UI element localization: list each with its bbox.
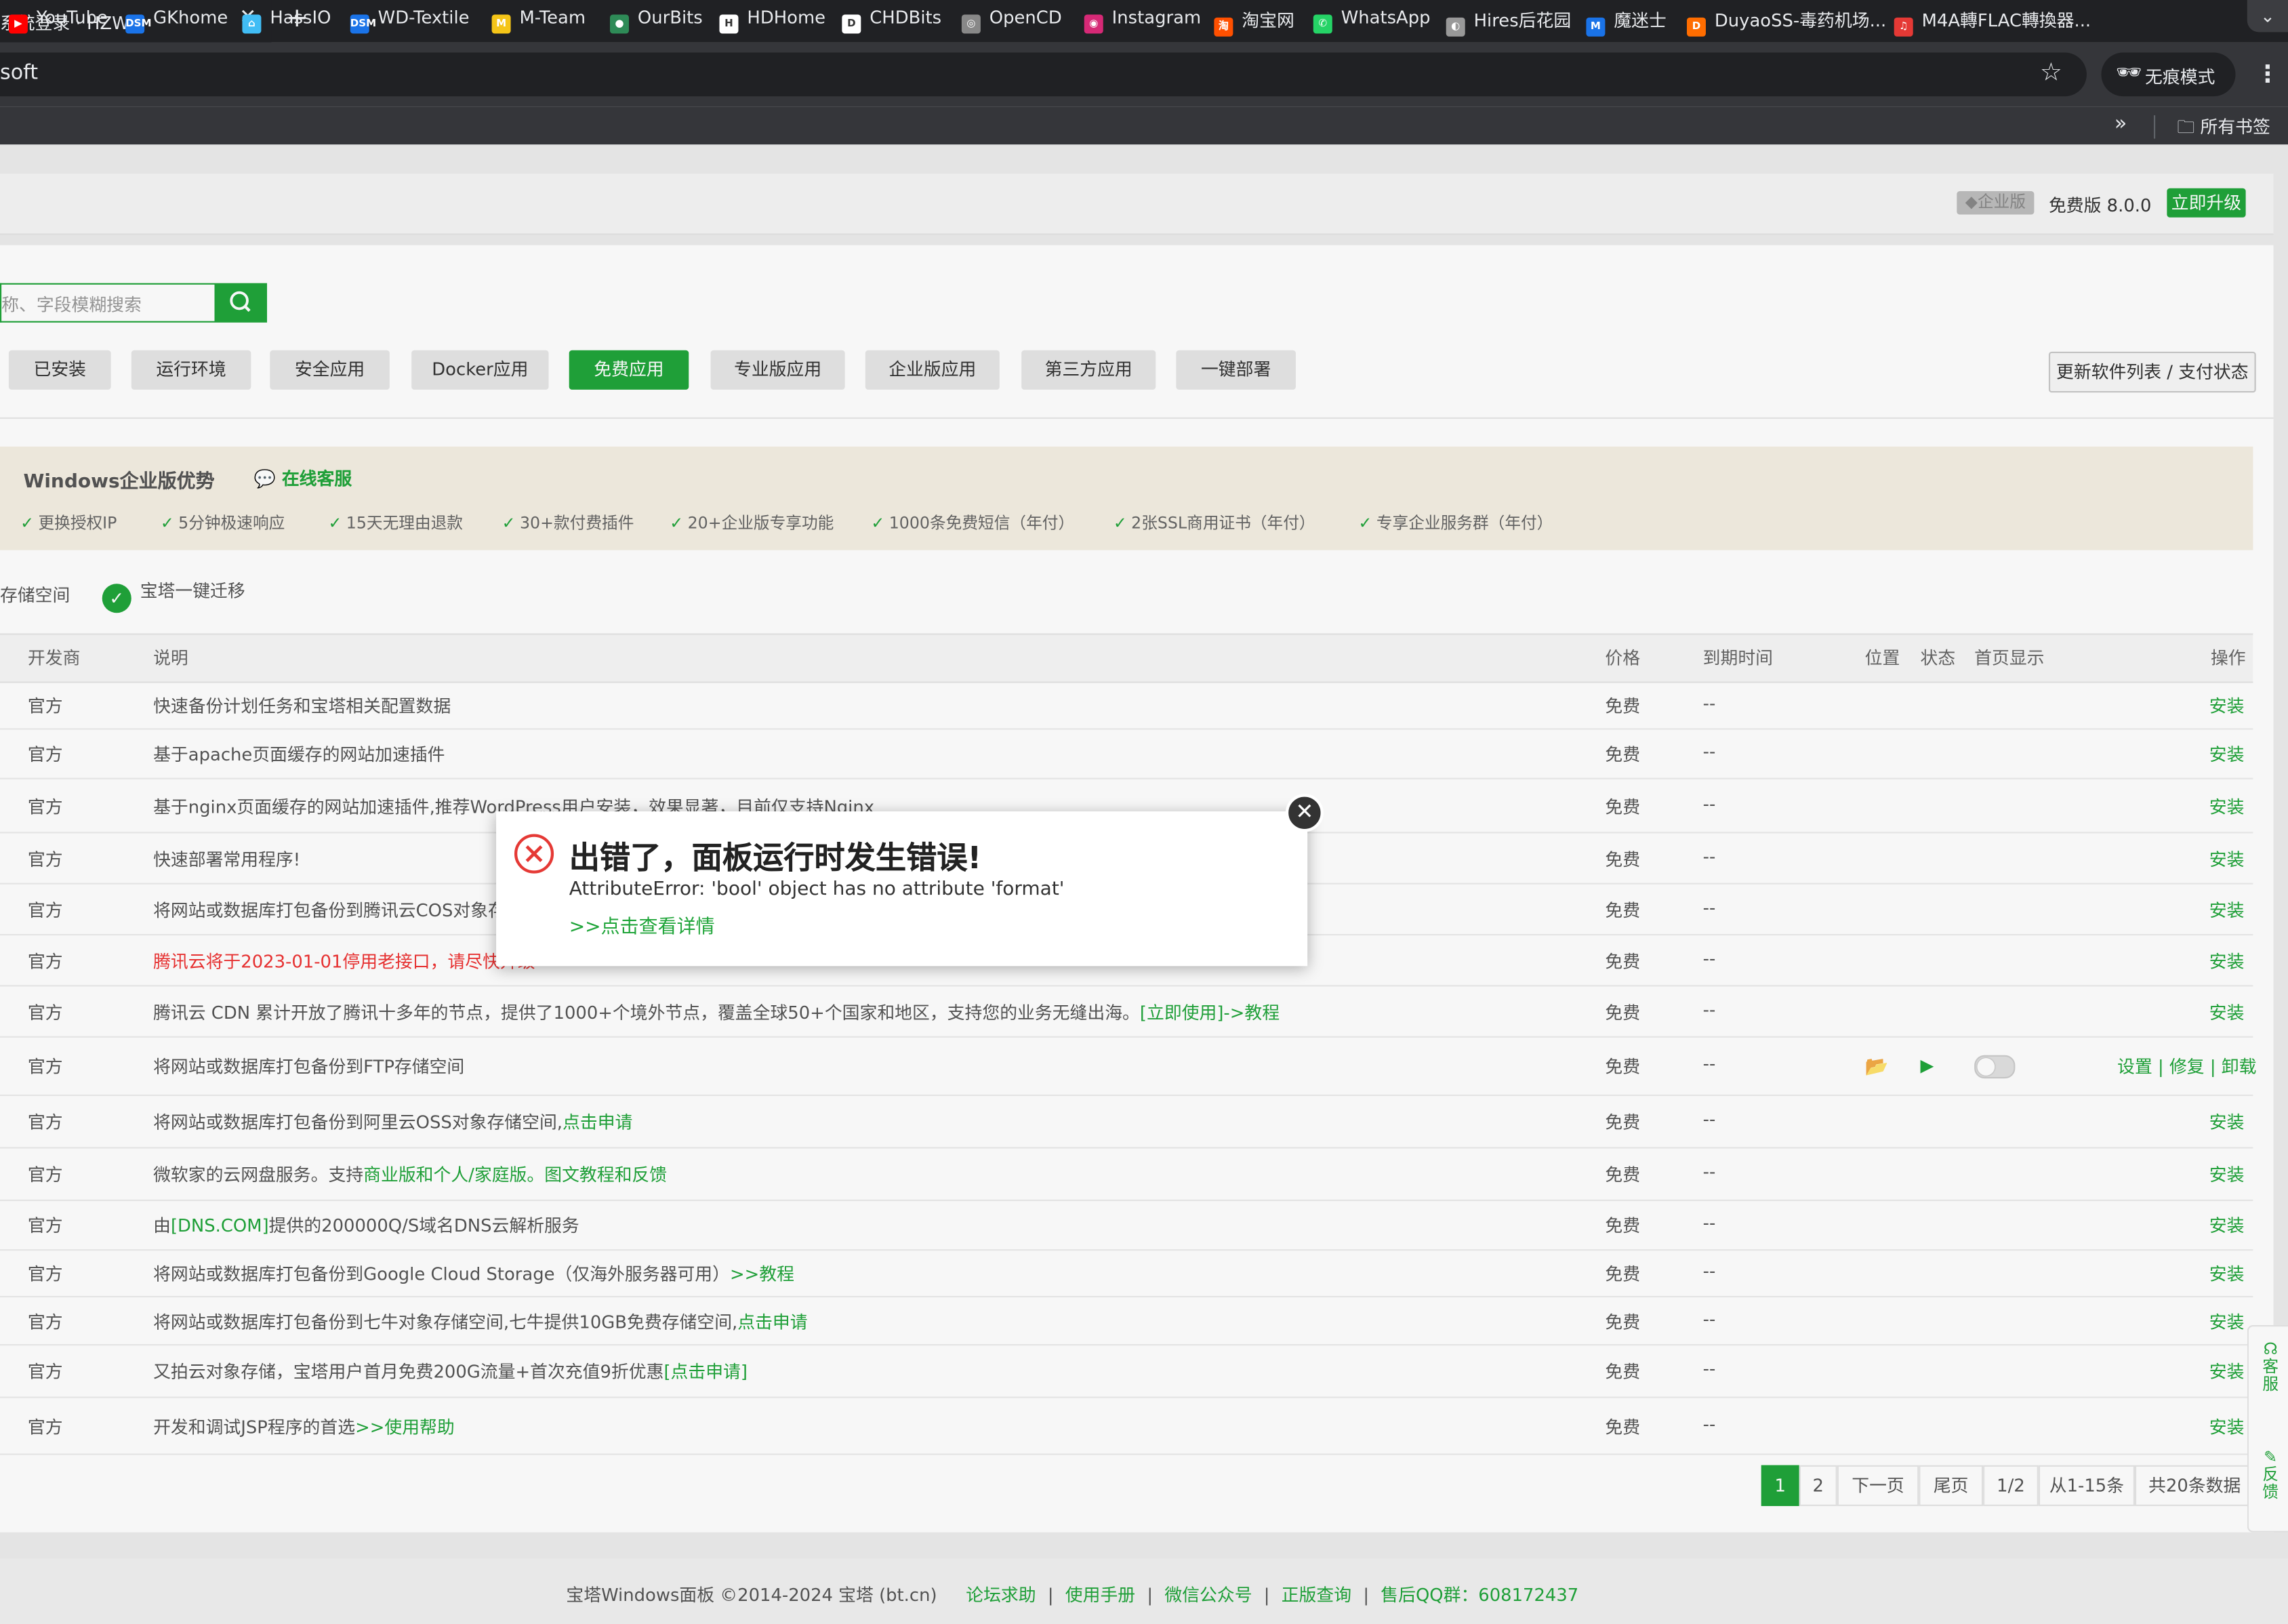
bookmark-item[interactable]: ◐ Hires后花园 — [1446, 7, 1572, 37]
bookmark-favicon-icon: DSM — [350, 14, 376, 34]
bookmark-label: YouTube — [36, 7, 108, 28]
bookmark-label: Hires后花园 — [1473, 10, 1572, 31]
bookmark-favicon-icon: ◎ — [961, 14, 981, 34]
bookmark-item[interactable]: D CHDBits — [842, 7, 942, 34]
bookmark-label: 淘宝网 — [1242, 10, 1294, 31]
error-details-link[interactable]: >>点击查看详情 — [569, 911, 715, 938]
bookmark-favicon-icon: ● — [609, 14, 629, 34]
close-icon[interactable]: ✕ — [1285, 794, 1324, 832]
bookmark-favicon-icon: ▶ — [8, 14, 28, 34]
error-title: 出错了，面板运行时发生错误! — [569, 840, 982, 876]
bookmark-label: OpenCD — [989, 7, 1062, 28]
all-bookmarks-button[interactable]: 🗀 所有书签 — [2177, 114, 2270, 144]
bookmark-item[interactable]: ◎ OpenCD — [961, 7, 1062, 34]
bookmark-favicon-icon: ⌂ — [242, 14, 262, 34]
bookmark-item[interactable]: DSM WD-Textile — [350, 7, 470, 34]
bookmark-label: HDHome — [747, 7, 826, 28]
bookmark-favicon-icon: ◉ — [1084, 14, 1103, 34]
browser-menu-icon[interactable]: ⋮ — [2256, 60, 2279, 87]
bookmark-item[interactable]: D DuyaoSS-毒药机场... — [1686, 7, 1887, 37]
bookmark-favicon-icon: ✆ — [1313, 14, 1332, 34]
bookmark-favicon-icon: 淘 — [1214, 17, 1233, 37]
bookmark-label: Instagram — [1111, 7, 1202, 28]
error-message: AttributeError: 'bool' object has no att… — [569, 878, 1065, 901]
bookmark-label: OurBits — [637, 7, 703, 28]
folder-icon: 🗀 — [2177, 117, 2201, 138]
bookmark-favicon-icon: D — [1686, 17, 1706, 37]
bookmark-label: M-Team — [519, 7, 586, 28]
bookmark-label: WD-Textile — [377, 7, 470, 28]
bookmark-item[interactable]: ✆ WhatsApp — [1313, 7, 1431, 34]
bookmark-item[interactable]: DSM GKhome — [125, 7, 228, 34]
bookmarks-more-icon[interactable]: » — [2115, 113, 2127, 136]
bookmark-label: CHDBits — [870, 7, 942, 28]
incognito-icon: 🕶 — [2115, 61, 2142, 85]
tab-search-chevron-icon[interactable]: ⌄ — [2247, 0, 2288, 33]
bookmarks-separator — [2153, 115, 2156, 139]
bookmark-favicon-icon: ♫ — [1894, 17, 1913, 37]
url-text: soft — [0, 61, 39, 85]
bookmark-label: HassIO — [270, 7, 331, 28]
all-bookmarks-label: 所有书签 — [2200, 117, 2270, 138]
bookmarks-bar — [0, 106, 2288, 145]
bookmark-label: WhatsApp — [1341, 7, 1431, 28]
bookmark-item[interactable]: H HDHome — [719, 7, 826, 34]
bookmark-item[interactable]: ▶ YouTube — [8, 7, 108, 34]
bookmark-item[interactable]: 淘淘宝网 — [1214, 7, 1294, 37]
bookmark-item[interactable]: ♫ M4A轉FLAC轉換器... — [1894, 7, 2091, 37]
bookmark-label: DuyaoSS-毒药机场... — [1714, 10, 1887, 31]
bookmark-item[interactable]: ◉ Instagram — [1084, 7, 1202, 34]
error-icon — [514, 833, 554, 874]
bookmark-item[interactable]: ● OurBits — [609, 7, 703, 34]
bookmark-favicon-icon: ◐ — [1446, 17, 1465, 37]
bookmark-label: 魔迷士 — [1614, 10, 1667, 31]
bookmark-favicon-icon: M — [1586, 17, 1606, 37]
bookmark-item[interactable]: M M-Team — [491, 7, 586, 34]
bookmark-item[interactable]: M 魔迷士 — [1586, 7, 1667, 37]
omnibox[interactable]: soft — [0, 52, 2087, 97]
bookmark-label: M4A轉FLAC轉換器... — [1921, 10, 2091, 31]
bookmark-favicon-icon: M — [491, 14, 511, 34]
incognito-button[interactable]: 🕶 无痕模式 — [2101, 52, 2236, 97]
bookmark-star-icon[interactable]: ☆ — [2040, 58, 2062, 87]
bookmark-item[interactable]: ⌂ HassIO — [242, 7, 331, 34]
bookmark-favicon-icon: DSM — [125, 14, 152, 34]
incognito-label: 无痕模式 — [2145, 67, 2215, 88]
bookmark-favicon-icon: D — [842, 14, 861, 34]
bookmark-label: GKhome — [153, 7, 228, 28]
bookmark-favicon-icon: H — [719, 14, 739, 34]
